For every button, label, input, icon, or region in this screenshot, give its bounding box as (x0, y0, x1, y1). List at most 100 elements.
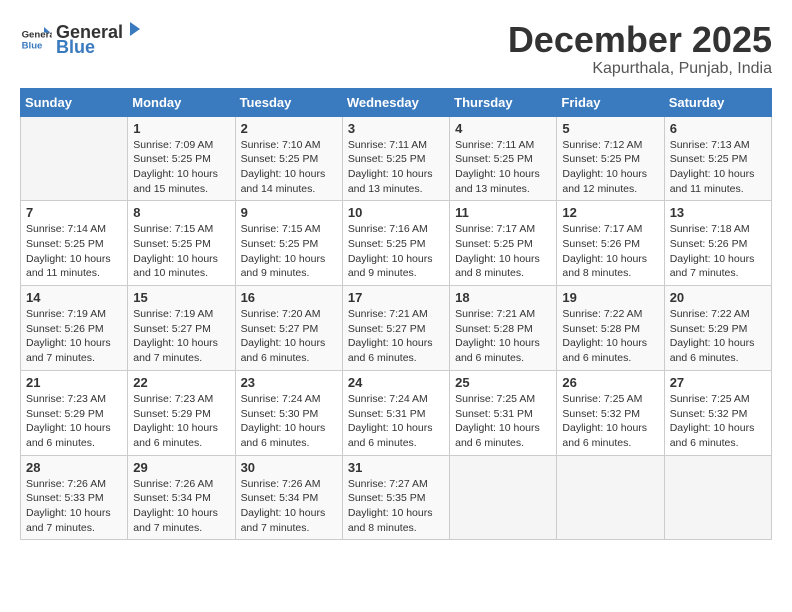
day-info: Sunrise: 7:24 AMSunset: 5:30 PMDaylight:… (241, 392, 337, 451)
day-info: Sunrise: 7:23 AMSunset: 5:29 PMDaylight:… (133, 392, 229, 451)
weekday-header-saturday: Saturday (664, 88, 771, 116)
day-number: 25 (455, 375, 551, 390)
day-number: 31 (348, 460, 444, 475)
day-info: Sunrise: 7:26 AMSunset: 5:34 PMDaylight:… (241, 477, 337, 536)
calendar-cell: 23Sunrise: 7:24 AMSunset: 5:30 PMDayligh… (235, 370, 342, 455)
day-info: Sunrise: 7:13 AMSunset: 5:25 PMDaylight:… (670, 138, 766, 197)
calendar-cell (450, 455, 557, 540)
weekday-header-tuesday: Tuesday (235, 88, 342, 116)
day-info: Sunrise: 7:17 AMSunset: 5:25 PMDaylight:… (455, 222, 551, 281)
day-info: Sunrise: 7:10 AMSunset: 5:25 PMDaylight:… (241, 138, 337, 197)
day-number: 19 (562, 290, 658, 305)
day-number: 24 (348, 375, 444, 390)
day-number: 6 (670, 121, 766, 136)
calendar-cell: 18Sunrise: 7:21 AMSunset: 5:28 PMDayligh… (450, 286, 557, 371)
calendar-cell: 20 Sunrise: 7:22 AMSunset: 5:29 PMDayligh… (664, 286, 771, 371)
day-number: 11 (455, 205, 551, 220)
month-title: December 2025 (508, 20, 772, 60)
day-info: Sunrise: 7:25 AMSunset: 5:31 PMDaylight:… (455, 392, 551, 451)
day-info: Sunrise: 7:17 AMSunset: 5:26 PMDaylight:… (562, 222, 658, 281)
weekday-header-monday: Monday (128, 88, 235, 116)
calendar-cell: 16 Sunrise: 7:20 AMSunset: 5:27 PMDayligh… (235, 286, 342, 371)
day-info: Sunrise: 7:26 AMSunset: 5:33 PMDaylight:… (26, 477, 122, 536)
calendar-cell: 7 Sunrise: 7:14 AMSunset: 5:25 PMDaylight… (21, 201, 128, 286)
day-info: Sunrise: 7:19 AMSunset: 5:27 PMDaylight:… (133, 307, 229, 366)
calendar-cell: 13Sunrise: 7:18 AMSunset: 5:26 PMDayligh… (664, 201, 771, 286)
day-number: 29 (133, 460, 229, 475)
day-number: 30 (241, 460, 337, 475)
day-info: Sunrise: 7:15 AMSunset: 5:25 PMDaylight:… (133, 222, 229, 281)
day-info: Sunrise: 7:15 AMSunset: 5:25 PMDaylight:… (241, 222, 337, 281)
weekday-header-friday: Friday (557, 88, 664, 116)
calendar-cell: 2 Sunrise: 7:10 AMSunset: 5:25 PMDaylight… (235, 116, 342, 201)
calendar-cell: 14Sunrise: 7:19 AMSunset: 5:26 PMDayligh… (21, 286, 128, 371)
day-number: 22 (133, 375, 229, 390)
calendar-cell: 12 Sunrise: 7:17 AMSunset: 5:26 PMDayligh… (557, 201, 664, 286)
calendar-cell (557, 455, 664, 540)
day-number: 10 (348, 205, 444, 220)
svg-text:Blue: Blue (22, 41, 43, 52)
day-number: 27 (670, 375, 766, 390)
calendar-cell: 31 Sunrise: 7:27 AMSunset: 5:35 PMDayligh… (342, 455, 449, 540)
day-info: Sunrise: 7:14 AMSunset: 5:25 PMDaylight:… (26, 222, 122, 281)
calendar-week-row: 28Sunrise: 7:26 AMSunset: 5:33 PMDayligh… (21, 455, 772, 540)
day-info: Sunrise: 7:26 AMSunset: 5:34 PMDaylight:… (133, 477, 229, 536)
day-number: 1 (133, 121, 229, 136)
calendar-cell: 10Sunrise: 7:16 AMSunset: 5:25 PMDayligh… (342, 201, 449, 286)
day-number: 3 (348, 121, 444, 136)
weekday-header-row: SundayMondayTuesdayWednesdayThursdayFrid… (21, 88, 772, 116)
weekday-header-wednesday: Wednesday (342, 88, 449, 116)
title-block: December 2025 Kapurthala, Punjab, India (508, 20, 772, 78)
day-info: Sunrise: 7:23 AMSunset: 5:29 PMDaylight:… (26, 392, 122, 451)
day-info: Sunrise: 7:11 AMSunset: 5:25 PMDaylight:… (455, 138, 551, 197)
calendar-cell: 17Sunrise: 7:21 AMSunset: 5:27 PMDayligh… (342, 286, 449, 371)
day-info: Sunrise: 7:22 AMSunset: 5:28 PMDaylight:… (562, 307, 658, 366)
calendar-cell: 21 Sunrise: 7:23 AMSunset: 5:29 PMDayligh… (21, 370, 128, 455)
day-info: Sunrise: 7:20 AMSunset: 5:27 PMDaylight:… (241, 307, 337, 366)
day-info: Sunrise: 7:25 AMSunset: 5:32 PMDaylight:… (562, 392, 658, 451)
calendar-cell: 25 Sunrise: 7:25 AMSunset: 5:31 PMDayligh… (450, 370, 557, 455)
day-number: 26 (562, 375, 658, 390)
day-info: Sunrise: 7:27 AMSunset: 5:35 PMDaylight:… (348, 477, 444, 536)
day-number: 7 (26, 205, 122, 220)
calendar-cell: 4 Sunrise: 7:11 AMSunset: 5:25 PMDaylight… (450, 116, 557, 201)
calendar-week-row: 1 Sunrise: 7:09 AMSunset: 5:25 PMDaylight… (21, 116, 772, 201)
day-number: 15 (133, 290, 229, 305)
day-number: 4 (455, 121, 551, 136)
page-header: General Blue General Blue December 2025 … (20, 20, 772, 78)
calendar-cell: 22 Sunrise: 7:23 AMSunset: 5:29 PMDayligh… (128, 370, 235, 455)
weekday-header-thursday: Thursday (450, 88, 557, 116)
day-info: Sunrise: 7:19 AMSunset: 5:26 PMDaylight:… (26, 307, 122, 366)
day-info: Sunrise: 7:24 AMSunset: 5:31 PMDaylight:… (348, 392, 444, 451)
calendar-table: SundayMondayTuesdayWednesdayThursdayFrid… (20, 88, 772, 541)
day-number: 8 (133, 205, 229, 220)
day-number: 17 (348, 290, 444, 305)
calendar-cell (21, 116, 128, 201)
calendar-week-row: 21 Sunrise: 7:23 AMSunset: 5:29 PMDayligh… (21, 370, 772, 455)
calendar-week-row: 7 Sunrise: 7:14 AMSunset: 5:25 PMDaylight… (21, 201, 772, 286)
day-info: Sunrise: 7:25 AMSunset: 5:32 PMDaylight:… (670, 392, 766, 451)
day-number: 16 (241, 290, 337, 305)
calendar-cell (664, 455, 771, 540)
calendar-cell: 15 Sunrise: 7:19 AMSunset: 5:27 PMDayligh… (128, 286, 235, 371)
logo-icon: General Blue (20, 23, 52, 55)
day-info: Sunrise: 7:09 AMSunset: 5:25 PMDaylight:… (133, 138, 229, 197)
calendar-cell: 6 Sunrise: 7:13 AMSunset: 5:25 PMDaylight… (664, 116, 771, 201)
day-number: 12 (562, 205, 658, 220)
calendar-week-row: 14Sunrise: 7:19 AMSunset: 5:26 PMDayligh… (21, 286, 772, 371)
calendar-cell: 26 Sunrise: 7:25 AMSunset: 5:32 PMDayligh… (557, 370, 664, 455)
weekday-header-sunday: Sunday (21, 88, 128, 116)
day-number: 20 (670, 290, 766, 305)
day-number: 18 (455, 290, 551, 305)
calendar-cell: 30 Sunrise: 7:26 AMSunset: 5:34 PMDayligh… (235, 455, 342, 540)
calendar-cell: 19 Sunrise: 7:22 AMSunset: 5:28 PMDayligh… (557, 286, 664, 371)
day-number: 2 (241, 121, 337, 136)
calendar-cell: 11 Sunrise: 7:17 AMSunset: 5:25 PMDayligh… (450, 201, 557, 286)
day-number: 21 (26, 375, 122, 390)
location-title: Kapurthala, Punjab, India (508, 60, 772, 78)
logo-arrow-icon (124, 20, 142, 38)
day-number: 5 (562, 121, 658, 136)
day-info: Sunrise: 7:22 AMSunset: 5:29 PMDaylight:… (670, 307, 766, 366)
day-number: 13 (670, 205, 766, 220)
day-number: 9 (241, 205, 337, 220)
